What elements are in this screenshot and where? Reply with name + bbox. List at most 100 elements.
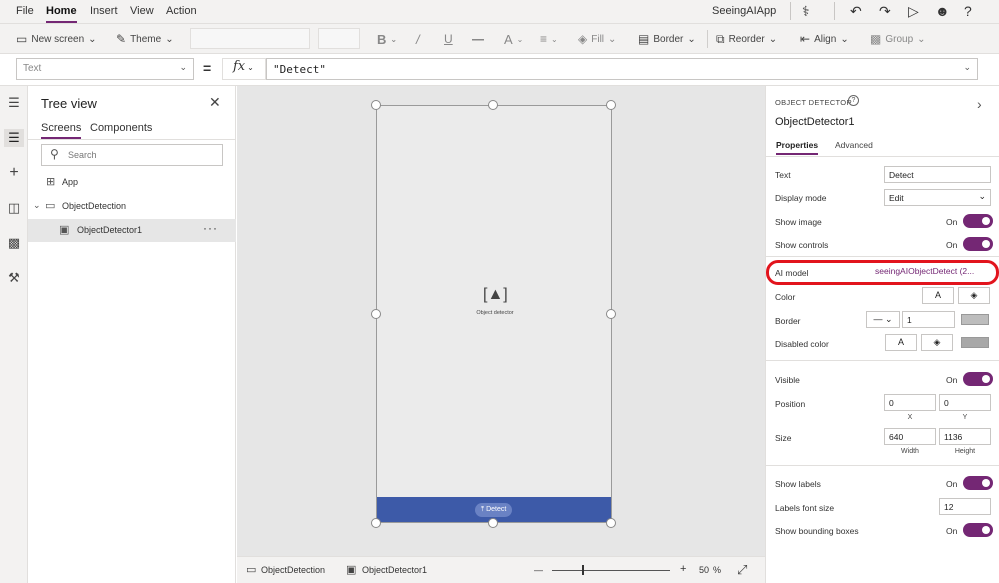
breadcrumb-screen[interactable]: ObjectDetection — [261, 565, 325, 575]
menu-insert[interactable]: Insert — [90, 5, 118, 17]
tab-advanced[interactable]: Advanced — [835, 140, 873, 150]
menu-action[interactable]: Action — [166, 5, 197, 17]
italic-button[interactable]: / — [416, 30, 420, 48]
tree-item-app[interactable]: ⊞ App — [28, 171, 236, 194]
border-button[interactable]: ▤ Border ⌄ — [638, 30, 696, 48]
tab-screens[interactable]: Screens — [41, 122, 82, 139]
show-bounding-boxes-toggle[interactable] — [963, 523, 993, 537]
show-image-toggle[interactable] — [963, 214, 993, 228]
disabled-color-swatch[interactable] — [961, 337, 989, 348]
text-align-button[interactable]: ≡ ⌄ — [540, 30, 558, 48]
database-icon[interactable]: ◫ — [4, 199, 24, 217]
property-dropdown[interactable]: Text ⌄ — [16, 58, 194, 80]
zoom-in-button[interactable]: + — [680, 563, 686, 575]
resize-handle-tr[interactable] — [606, 100, 616, 110]
height-input[interactable]: 1136 — [939, 428, 991, 445]
show-image-state: On — [946, 217, 958, 227]
tree-item-screen[interactable]: ⌄ ▭ ObjectDetection — [28, 195, 236, 218]
tab-components[interactable]: Components — [90, 122, 152, 134]
search-input[interactable]: ⚲ Search — [41, 144, 223, 166]
disabled-text-color-button[interactable]: A — [885, 334, 917, 351]
hamburger-menu-icon[interactable]: ☰ — [4, 94, 24, 112]
labels-font-size-input[interactable]: 12 — [939, 498, 991, 515]
chevron-right-icon[interactable]: › — [977, 96, 982, 112]
tree-item-label: App — [62, 177, 79, 187]
layers-icon[interactable]: ☰ — [4, 129, 24, 147]
font-size-dropdown[interactable] — [318, 28, 360, 49]
breadcrumb-control[interactable]: ObjectDetector1 — [362, 565, 427, 575]
show-image-label: Show image — [775, 217, 822, 227]
fill-button[interactable]: ◈ Fill ⌄ — [578, 30, 616, 48]
font-family-dropdown[interactable] — [190, 28, 310, 49]
text-input[interactable]: Detect — [884, 166, 991, 183]
paint-bucket-icon: ◈ — [933, 337, 941, 347]
strikethrough-button[interactable]: — — [472, 30, 484, 48]
theme-button[interactable]: ✎ Theme ⌄ — [116, 30, 174, 48]
resize-handle-tl[interactable] — [371, 100, 381, 110]
design-canvas[interactable]: [▲] Object detector ⤒ Detect — [237, 86, 765, 556]
expand-chevron-icon[interactable]: ⌄ — [963, 62, 971, 73]
border-width-input[interactable]: 1 — [902, 311, 955, 328]
display-mode-dropdown[interactable]: Edit ⌄ — [884, 189, 991, 206]
formula-text: "Detect" — [273, 63, 326, 76]
zoom-out-button[interactable]: — — [534, 565, 543, 575]
play-icon[interactable]: ▷ — [908, 2, 919, 20]
collapse-chevron-icon[interactable]: ⌄ — [33, 200, 41, 211]
tools-icon[interactable]: ⚒ — [4, 269, 24, 287]
reorder-button[interactable]: ⧉ Reorder ⌄ — [716, 30, 777, 48]
show-labels-toggle[interactable] — [963, 476, 993, 490]
formula-input[interactable]: "Detect" ⌄ — [266, 58, 978, 80]
group-button[interactable]: ▩ Group ⌄ — [870, 30, 926, 48]
properties-panel: OBJECT DETECTOR ? › ObjectDetector1 Prop… — [765, 86, 999, 583]
display-mode-label: Display mode — [775, 193, 827, 203]
help-icon[interactable]: ? — [964, 2, 972, 20]
menu-home[interactable]: Home — [46, 5, 77, 23]
menu-view[interactable]: View — [130, 5, 154, 17]
app-checker-icon[interactable]: ⚕ — [802, 2, 810, 20]
help-icon[interactable]: ? — [848, 95, 859, 106]
resize-handle-l[interactable] — [371, 309, 381, 319]
add-icon[interactable]: + — [4, 164, 24, 182]
fit-to-window-icon[interactable]: ⤢ — [737, 562, 747, 578]
menu-file[interactable]: File — [16, 5, 34, 17]
text-value: Detect — [889, 170, 914, 180]
font-color-button[interactable]: A ⌄ — [504, 30, 523, 48]
tree-item-object-detector[interactable]: ▣ ObjectDetector1 ··· — [28, 219, 236, 242]
border-color-swatch[interactable] — [961, 314, 989, 325]
show-controls-toggle[interactable] — [963, 237, 993, 251]
zoom-slider[interactable] — [552, 570, 670, 571]
resize-handle-t[interactable] — [488, 100, 498, 110]
chevron-down-icon: ⌄ — [516, 34, 524, 44]
position-x-input[interactable]: 0 — [884, 394, 936, 411]
fill-color-button[interactable]: ◈ — [958, 287, 990, 304]
visible-toggle[interactable] — [963, 372, 993, 386]
border-style-dropdown[interactable]: — ⌄ — [866, 311, 900, 328]
share-user-icon[interactable]: ☻ — [935, 2, 950, 20]
disabled-fill-color-button[interactable]: ◈ — [921, 334, 953, 351]
resize-handle-br[interactable] — [606, 518, 616, 528]
close-icon[interactable]: ✕ — [209, 94, 221, 111]
resize-handle-r[interactable] — [606, 309, 616, 319]
position-y-input[interactable]: 0 — [939, 394, 991, 411]
zoom-slider-thumb[interactable] — [581, 565, 584, 575]
undo-icon[interactable]: ↶ — [850, 2, 862, 20]
control-type: OBJECT DETECTOR — [775, 98, 853, 107]
underline-button[interactable]: U — [444, 30, 453, 48]
width-input[interactable]: 640 — [884, 428, 936, 445]
media-icon[interactable]: ▩ — [4, 234, 24, 252]
control-name[interactable]: ObjectDetector1 — [775, 116, 854, 128]
detect-button[interactable]: ⤒ Detect — [475, 503, 513, 517]
new-screen-button[interactable]: ▭ New screen ⌄ — [16, 30, 97, 48]
function-button[interactable]: fx ⌄ — [222, 58, 266, 80]
resize-handle-b[interactable] — [488, 518, 498, 528]
position-label: Position — [775, 399, 806, 409]
tab-properties[interactable]: Properties — [776, 140, 819, 155]
group-label: Group — [885, 33, 914, 45]
text-color-button[interactable]: A — [922, 287, 954, 304]
align-button[interactable]: ⇤ Align ⌄ — [800, 30, 849, 48]
bold-button[interactable]: B ⌄ — [377, 30, 397, 48]
redo-icon[interactable]: ↷ — [879, 2, 891, 20]
app-screen[interactable]: [▲] Object detector ⤒ Detect — [376, 105, 612, 523]
more-options-icon[interactable]: ··· — [203, 221, 218, 235]
resize-handle-bl[interactable] — [371, 518, 381, 528]
